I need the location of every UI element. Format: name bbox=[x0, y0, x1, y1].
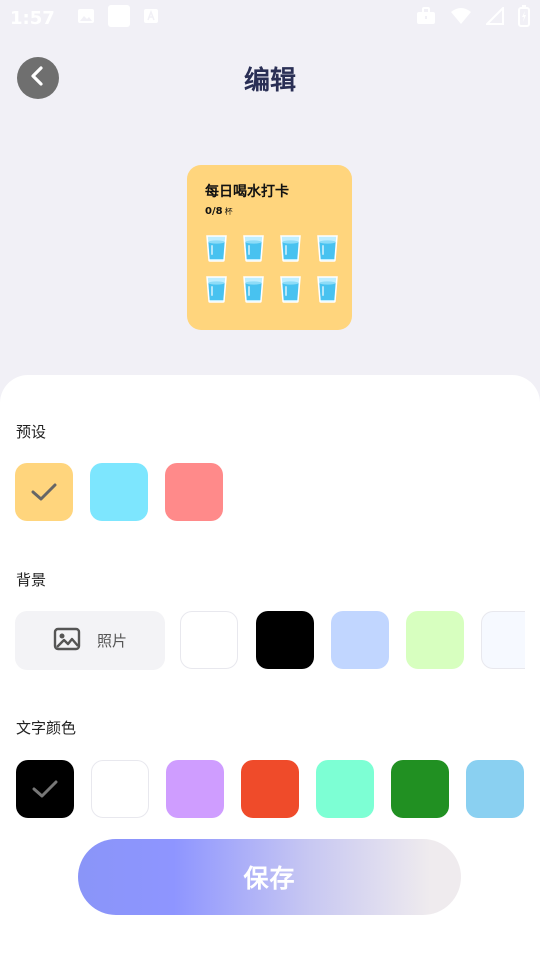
text-color-label: 文字颜色 bbox=[16, 719, 77, 737]
cup-grid bbox=[205, 233, 338, 303]
save-button[interactable]: 保存 bbox=[78, 839, 461, 915]
check-icon bbox=[16, 760, 74, 818]
briefcase-icon bbox=[416, 7, 436, 29]
cup-icon bbox=[316, 233, 339, 262]
wifi-icon bbox=[450, 7, 472, 29]
preset-swatch-red[interactable] bbox=[165, 463, 223, 521]
cup-unit: 杯 bbox=[224, 207, 233, 216]
check-icon bbox=[15, 463, 73, 521]
text-swatch-mint[interactable] bbox=[316, 760, 374, 818]
save-label: 保存 bbox=[243, 864, 296, 893]
page-title: 编辑 bbox=[243, 66, 296, 96]
cup-icon bbox=[316, 274, 339, 303]
status-bar: 1:57 bbox=[0, 0, 540, 36]
cup-icon bbox=[205, 274, 228, 303]
preset-swatch-yellow[interactable] bbox=[15, 463, 73, 521]
photo-button[interactable]: 照片 bbox=[15, 611, 165, 670]
bg-swatch-light-blue[interactable] bbox=[331, 611, 389, 669]
cup-count: 0/8 bbox=[205, 206, 223, 217]
edit-sheet: 预设 背景 照片 文字颜色 保存 bbox=[0, 375, 540, 960]
bg-swatch-light-green[interactable] bbox=[406, 611, 464, 669]
status-time: 1:57 bbox=[10, 7, 55, 29]
image-icon bbox=[77, 8, 95, 28]
cup-icon bbox=[242, 233, 265, 262]
square-icon bbox=[107, 4, 131, 32]
battery-icon bbox=[518, 5, 530, 31]
widget-title: 每日喝水打卡 bbox=[205, 184, 289, 200]
background-label: 背景 bbox=[16, 571, 47, 589]
text-swatch-red[interactable] bbox=[241, 760, 299, 818]
cup-icon bbox=[279, 274, 302, 303]
text-swatch-green[interactable] bbox=[391, 760, 449, 818]
cup-icon bbox=[242, 274, 265, 303]
text-swatch-white[interactable] bbox=[91, 760, 149, 818]
photo-label: 照片 bbox=[96, 632, 127, 650]
text-swatch-black[interactable] bbox=[16, 760, 74, 818]
a-icon bbox=[143, 8, 159, 28]
text-swatch-purple[interactable] bbox=[166, 760, 224, 818]
preset-label: 预设 bbox=[16, 423, 47, 441]
cup-icon bbox=[205, 233, 228, 262]
bg-swatch-off-white[interactable] bbox=[481, 611, 525, 669]
signal-icon bbox=[484, 5, 504, 29]
widget-count: 0/8 杯 bbox=[205, 206, 334, 217]
image-icon bbox=[53, 627, 81, 655]
widget-preview: 每日喝水打卡 0/8 杯 bbox=[187, 165, 352, 330]
text-swatch-sky-blue[interactable] bbox=[466, 760, 524, 818]
preset-swatch-cyan[interactable] bbox=[90, 463, 148, 521]
bg-swatch-black[interactable] bbox=[256, 611, 314, 669]
cup-icon bbox=[279, 233, 302, 262]
bg-swatch-white[interactable] bbox=[180, 611, 238, 669]
